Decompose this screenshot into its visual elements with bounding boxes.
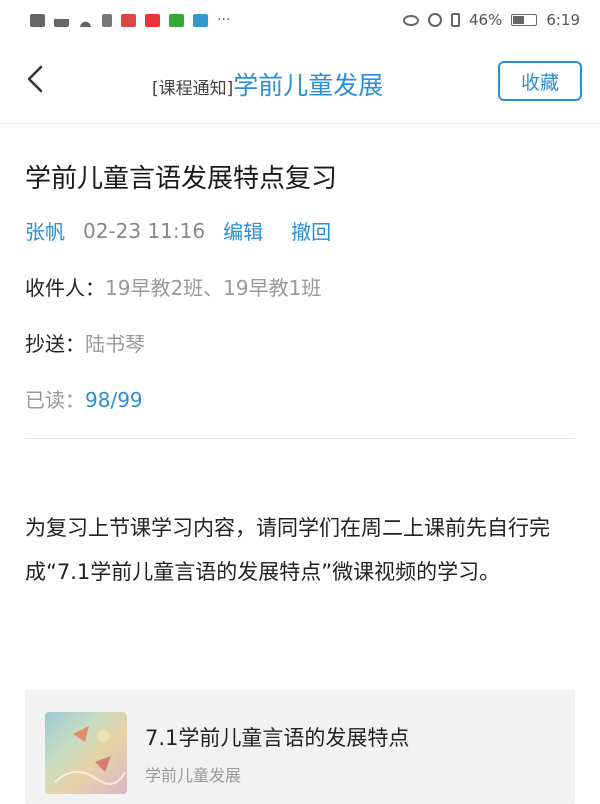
recipients-row: 收件人：19早教2班、19早教1班 xyxy=(25,272,321,301)
sender-name[interactable]: 张帆 xyxy=(25,216,65,245)
eye-icon xyxy=(402,14,419,26)
back-button[interactable] xyxy=(18,62,52,96)
chevron-left-icon xyxy=(27,65,43,93)
clock: 6:19 xyxy=(546,11,580,29)
message-meta: 张帆 02-23 11:16 编辑 撤回 xyxy=(25,216,359,245)
recall-link[interactable]: 撤回 xyxy=(291,216,331,245)
app-notification-icon xyxy=(193,13,208,27)
favorite-button[interactable]: 收藏 xyxy=(498,61,582,101)
message-body: 为复习上节课学习内容，请同学们在周二上课前先自行完成“7.1学前儿童言语的发展特… xyxy=(25,516,550,584)
recipients-label: 收件人： xyxy=(25,276,105,300)
nav-bar: [课程通知] 学前儿童发展 收藏 xyxy=(0,40,600,124)
edit-link[interactable]: 编辑 xyxy=(223,216,263,245)
cc-value: 陆书琴 xyxy=(85,332,145,356)
sent-time: 02-23 11:16 xyxy=(83,218,206,243)
video-thumbnail xyxy=(45,712,127,794)
app-notification-icon xyxy=(169,13,184,27)
signal-icon xyxy=(54,13,69,27)
title-prefix: [课程通知] xyxy=(152,79,234,99)
read-label: 已读： xyxy=(25,388,85,412)
app-notification-icon xyxy=(145,13,160,27)
vibrate-icon xyxy=(450,13,460,27)
page-title: [课程通知] 学前儿童发展 xyxy=(152,66,383,102)
cc-row: 抄送：陆书琴 xyxy=(25,328,145,357)
read-row[interactable]: 已读：98/99 xyxy=(25,384,143,413)
hourglass-icon xyxy=(102,13,112,27)
status-icons-left: ··· xyxy=(30,12,230,28)
battery-percent: 46% xyxy=(468,11,503,29)
app-notification-icon xyxy=(121,13,136,27)
hd-icon xyxy=(30,13,45,27)
read-count[interactable]: 98/99 xyxy=(85,388,143,412)
cc-label: 抄送： xyxy=(25,332,85,356)
battery-icon xyxy=(511,14,538,26)
status-bar: ··· 46% 6:19 xyxy=(0,0,600,40)
thumbnail-image-icon xyxy=(54,726,126,785)
alarm-icon xyxy=(427,13,442,27)
recipients-value: 19早教2班、19早教1班 xyxy=(105,276,322,300)
attachment-subtitle: 学前儿童发展 xyxy=(145,766,242,785)
title-course: 学前儿童发展 xyxy=(233,71,384,100)
more-notifications-icon: ··· xyxy=(217,12,231,28)
attachment-title: 7.1学前儿童言语的发展特点 xyxy=(145,726,410,750)
wifi-icon xyxy=(78,13,93,27)
divider xyxy=(25,438,575,439)
attachment-card[interactable]: 7.1学前儿童言语的发展特点 学前儿童发展 xyxy=(25,690,575,804)
message-title: 学前儿童言语发展特点复习 xyxy=(25,164,338,194)
status-icons-right: 46% 6:19 xyxy=(402,11,580,29)
